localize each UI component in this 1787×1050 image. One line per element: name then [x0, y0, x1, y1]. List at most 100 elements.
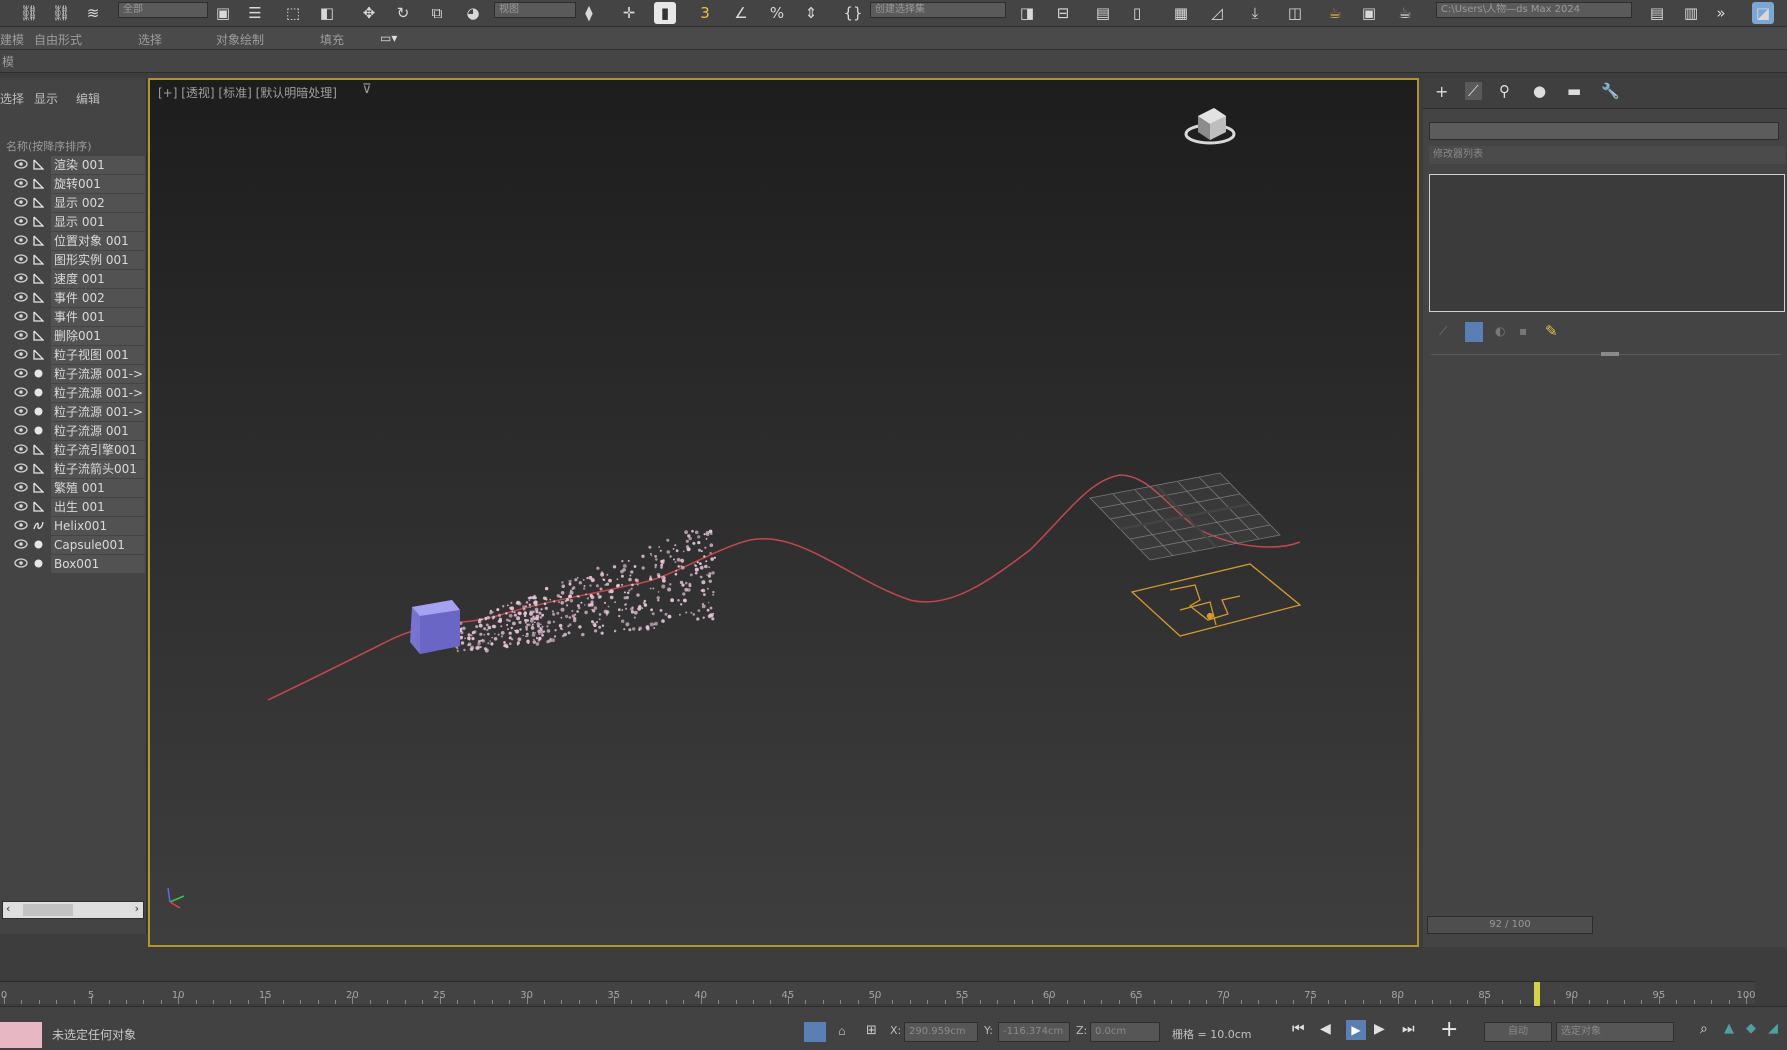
- scroll-left-icon[interactable]: ‹: [6, 902, 10, 915]
- play-icon[interactable]: ▶: [1346, 1020, 1366, 1040]
- reference-coord-dropdown[interactable]: 视图: [494, 2, 576, 18]
- maxscript-listener[interactable]: [0, 1022, 42, 1048]
- scene-explorer-icon[interactable]: ▤: [1092, 2, 1114, 24]
- visibility-eye-icon[interactable]: [14, 500, 28, 511]
- explorer-row[interactable]: 删除001: [0, 327, 145, 345]
- ribbon-tab-populate[interactable]: 填充: [320, 31, 344, 48]
- show-end-result-icon[interactable]: [1465, 322, 1483, 342]
- user-account-icon[interactable]: ◪: [1752, 2, 1774, 24]
- bind-spacewarp-icon[interactable]: ≋: [82, 2, 104, 24]
- go-to-end-icon[interactable]: ⏭: [1402, 1021, 1415, 1037]
- visibility-eye-icon[interactable]: [14, 519, 28, 530]
- explorer-row[interactable]: 事件 001: [0, 308, 145, 326]
- pin-stack-icon[interactable]: ⟋: [1439, 324, 1447, 339]
- remove-modifier-icon[interactable]: ▪: [1519, 324, 1527, 338]
- hierarchy-tab-icon[interactable]: ⚲: [1499, 82, 1510, 100]
- visibility-eye-icon[interactable]: [14, 405, 28, 416]
- visibility-eye-icon[interactable]: [14, 481, 28, 492]
- render-production-icon[interactable]: ☕: [1394, 2, 1416, 24]
- toggle-ribbon-icon[interactable]: ▦: [1170, 2, 1192, 24]
- visibility-eye-icon[interactable]: [14, 348, 28, 359]
- frame-slider-display[interactable]: 92 / 100: [1427, 916, 1593, 934]
- scale-icon[interactable]: ⧉: [426, 2, 448, 24]
- make-unique-icon[interactable]: ◐: [1495, 324, 1505, 338]
- absolute-mode-icon[interactable]: ⊞: [866, 1023, 877, 1038]
- zoom-icon[interactable]: ⌕: [1700, 1021, 1708, 1037]
- visibility-eye-icon[interactable]: [14, 215, 28, 226]
- visibility-eye-icon[interactable]: [14, 253, 28, 264]
- unlink-icon[interactable]: ⛓: [50, 2, 72, 24]
- modify-tab-icon[interactable]: ⟋: [1465, 82, 1482, 100]
- visibility-eye-icon[interactable]: [14, 310, 28, 321]
- visibility-eye-icon[interactable]: [14, 329, 28, 340]
- panel-resize-handle[interactable]: [1601, 352, 1619, 356]
- selection-lock-icon[interactable]: ⌂: [838, 1024, 846, 1038]
- visibility-eye-icon[interactable]: [14, 272, 28, 283]
- select-object-icon[interactable]: ▣: [212, 2, 234, 24]
- explorer-row[interactable]: 粒子流源 001->: [0, 365, 145, 383]
- visibility-eye-icon[interactable]: [14, 557, 28, 568]
- visibility-eye-icon[interactable]: [14, 234, 28, 245]
- select-manipulate-icon[interactable]: ✛: [618, 2, 640, 24]
- schematic-view-icon[interactable]: ⤓: [1244, 2, 1266, 24]
- angle-snap-icon[interactable]: ∠: [730, 2, 752, 24]
- explorer-row[interactable]: 粒子流源 001: [0, 422, 145, 440]
- explorer-row[interactable]: 出生 001: [0, 498, 145, 516]
- x-coord-field[interactable]: 290.959cm: [904, 1022, 978, 1042]
- workspace-icon[interactable]: ▥: [1680, 2, 1702, 24]
- orbit-icon[interactable]: ◢: [1768, 1021, 1778, 1036]
- more-tools-icon[interactable]: »: [1710, 2, 1732, 24]
- explorer-row[interactable]: 事件 002: [0, 289, 145, 307]
- edit-named-selection-icon[interactable]: {}: [842, 2, 864, 24]
- explorer-row[interactable]: 位置对象 001: [0, 232, 145, 250]
- material-editor-icon[interactable]: ◫: [1284, 2, 1306, 24]
- explorer-horizontal-scrollbar[interactable]: ‹ ›: [2, 901, 144, 919]
- time-slider-playhead[interactable]: [1533, 982, 1540, 1006]
- spinner-snap-icon[interactable]: ⇕: [800, 2, 822, 24]
- field-of-view-icon[interactable]: ◆: [1746, 1021, 1756, 1036]
- render-setup-icon[interactable]: ☕: [1324, 2, 1346, 24]
- visibility-eye-icon[interactable]: [14, 538, 28, 549]
- align-icon[interactable]: ⊟: [1052, 2, 1074, 24]
- explorer-row[interactable]: 图形实例 001: [0, 251, 145, 269]
- set-key-icon[interactable]: +: [1440, 1017, 1458, 1042]
- motion-tab-icon[interactable]: ●: [1533, 82, 1546, 100]
- explorer-row[interactable]: 显示 001: [0, 213, 145, 231]
- ribbon-tab-object-paint[interactable]: 对象绘制: [216, 31, 264, 48]
- rotate-icon[interactable]: ↻: [392, 2, 414, 24]
- explorer-row[interactable]: 粒子流引擎001: [0, 441, 145, 459]
- placement-icon[interactable]: ◕: [462, 2, 484, 24]
- visibility-eye-icon[interactable]: [14, 291, 28, 302]
- explorer-row[interactable]: 速度 001: [0, 270, 145, 288]
- timeline-track[interactable]: 0 5 10 15 20 25 30 35 40 45 50 55 60 65 70 75 80 85 90 95 10…: [0, 981, 1756, 1006]
- pivot-center-icon[interactable]: ⧫: [578, 2, 600, 24]
- keyboard-shortcut-toggle-icon[interactable]: ▮: [654, 2, 676, 24]
- scroll-thumb[interactable]: [23, 904, 73, 916]
- next-frame-icon[interactable]: ▶: [1374, 1021, 1385, 1037]
- key-filter-dropdown[interactable]: 选定对象: [1556, 1022, 1674, 1042]
- move-icon[interactable]: ✥: [358, 2, 380, 24]
- layer-explorer-icon[interactable]: ▯: [1126, 2, 1148, 24]
- window-crossing-icon[interactable]: ◧: [316, 2, 338, 24]
- select-by-name-icon[interactable]: ☰: [244, 2, 266, 24]
- project-folder-icon[interactable]: ▤: [1646, 2, 1668, 24]
- explorer-tab-edit[interactable]: 编辑: [76, 90, 100, 107]
- ribbon-tab-modeling[interactable]: 建模: [0, 31, 24, 48]
- isolate-selection-icon[interactable]: [804, 1022, 826, 1042]
- explorer-row[interactable]: 旋转001: [0, 175, 145, 193]
- visibility-eye-icon[interactable]: [14, 196, 28, 207]
- explorer-row[interactable]: 粒子视图 001: [0, 346, 145, 364]
- explorer-row[interactable]: 粒子流源 001->: [0, 403, 145, 421]
- named-selection-dropdown[interactable]: 创建选择集: [870, 2, 1006, 18]
- create-tab-icon[interactable]: +: [1435, 82, 1448, 101]
- utilities-tab-icon[interactable]: 🔧: [1601, 82, 1620, 100]
- zoom-all-icon[interactable]: ▲: [1724, 1021, 1734, 1036]
- perspective-viewport[interactable]: [+] [透视] [标准] [默认明暗处理] ⊽: [148, 78, 1419, 947]
- snap-3d-icon[interactable]: 3: [694, 2, 716, 24]
- explorer-row[interactable]: Capsule001: [0, 536, 145, 554]
- explorer-row[interactable]: Box001: [0, 555, 145, 573]
- explorer-row[interactable]: Helix001: [0, 517, 145, 535]
- visibility-eye-icon[interactable]: [14, 462, 28, 473]
- selection-filter-dropdown[interactable]: 全部: [118, 2, 208, 18]
- percent-snap-icon[interactable]: %: [766, 2, 788, 24]
